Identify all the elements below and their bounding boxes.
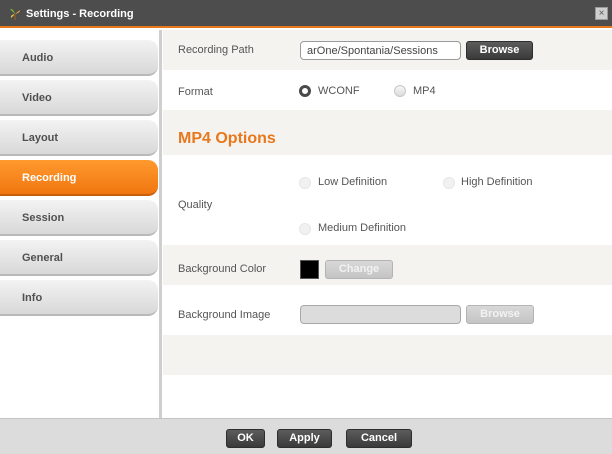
change-color-button[interactable]: Change	[325, 260, 393, 279]
format-mp4-label: MP4	[413, 85, 436, 97]
quality-label: Quality	[178, 199, 213, 211]
sidebar-item-label: Info	[22, 292, 43, 304]
sidebar-item-video[interactable]: Video	[0, 80, 158, 116]
background-color-swatch[interactable]	[300, 260, 319, 279]
format-row: Format WCONF MP4	[163, 70, 612, 110]
background-image-label: Background Image	[178, 309, 271, 321]
app-logo-icon	[10, 8, 20, 20]
format-wconf-label: WCONF	[318, 85, 360, 97]
quality-low-label: Low Definition	[318, 176, 388, 188]
background-image-row: Background Image Browse	[163, 285, 612, 325]
quality-medium-radio[interactable]	[299, 223, 311, 235]
cancel-button[interactable]: Cancel	[346, 429, 412, 448]
background-color-row: Background Color Change	[163, 245, 612, 285]
sidebar-item-info[interactable]: Info	[0, 280, 158, 316]
format-mp4-radio[interactable]	[394, 85, 406, 97]
format-wconf-radio[interactable]	[299, 85, 311, 97]
mp4-options-title: MP4 Options	[178, 130, 276, 147]
sidebar-item-layout[interactable]: Layout	[0, 120, 158, 156]
apply-button[interactable]: Apply	[277, 429, 332, 448]
sidebar-item-label: Layout	[22, 132, 59, 144]
empty-row	[163, 335, 612, 375]
sidebar-item-label: General	[22, 252, 63, 264]
background-color-label: Background Color	[178, 263, 267, 275]
quality-low-radio[interactable]	[299, 177, 311, 189]
sidebar-item-audio[interactable]: Audio	[0, 40, 158, 76]
recording-path-row: Recording Path arOne/Spontania/Sessions …	[163, 30, 612, 70]
title-bar: Settings - Recording ×	[0, 0, 612, 28]
quality-high-radio[interactable]	[443, 177, 455, 189]
quality-high-label: High Definition	[461, 176, 533, 188]
recording-path-label: Recording Path	[178, 44, 254, 56]
browse-image-button[interactable]: Browse	[466, 305, 534, 324]
recording-path-input[interactable]: arOne/Spontania/Sessions	[300, 41, 461, 60]
sidebar-item-label: Session	[22, 212, 65, 224]
sidebar-item-recording[interactable]: Recording	[0, 160, 158, 196]
window-title: Settings - Recording	[26, 8, 134, 20]
browse-path-button[interactable]: Browse	[466, 41, 533, 60]
quality-medium-label: Medium Definition	[318, 222, 407, 234]
sidebar-item-general[interactable]: General	[0, 240, 158, 276]
quality-row: Quality Low Definition High Definition M…	[163, 155, 612, 245]
background-image-input[interactable]	[300, 305, 461, 324]
sidebar-item-label: Recording	[22, 172, 77, 184]
sidebar: Audio Video Layout Recording Session Gen…	[0, 30, 162, 418]
sidebar-item-label: Audio	[22, 52, 54, 64]
sidebar-item-label: Video	[22, 92, 52, 104]
format-label: Format	[178, 86, 213, 98]
close-icon[interactable]: ×	[595, 7, 608, 20]
sidebar-item-session[interactable]: Session	[0, 200, 158, 236]
ok-button[interactable]: OK	[226, 429, 265, 448]
settings-panel: Recording Path arOne/Spontania/Sessions …	[163, 30, 612, 418]
footer-bar: OK Apply Cancel	[0, 418, 612, 454]
